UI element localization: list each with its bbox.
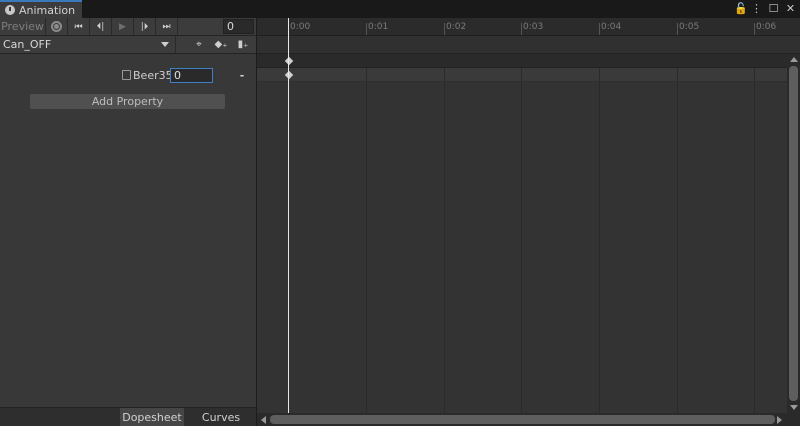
tick-label: 0:05 <box>679 22 700 32</box>
property-track-row[interactable] <box>257 68 787 82</box>
dopesheet-grid[interactable] <box>257 82 787 413</box>
play-icon: ▶ <box>119 21 126 32</box>
grid-line <box>754 68 755 413</box>
horizontal-scrollbar[interactable] <box>257 413 800 426</box>
clip-name: Can_OFF <box>3 38 52 51</box>
last-keyframe-icon: ⏭ <box>162 21 171 32</box>
add-property-button[interactable]: Add Property <box>30 94 225 109</box>
tick-mark <box>521 23 522 35</box>
scroll-right-icon[interactable] <box>777 416 782 424</box>
animation-tab[interactable]: Animation <box>0 0 82 18</box>
window-titlebar: Animation 🔓 ⋮ ☐ ✕ <box>0 0 800 18</box>
grid-line <box>366 68 367 413</box>
property-row[interactable]: Beer35 0 - <box>0 67 256 85</box>
event-lane[interactable] <box>257 36 800 54</box>
scroll-left-icon[interactable] <box>261 416 266 424</box>
play-button[interactable]: ▶ <box>112 18 134 35</box>
grid-line <box>521 68 522 413</box>
tick-label: 0:01 <box>368 22 389 32</box>
gameobject-icon <box>122 70 131 80</box>
playhead[interactable] <box>288 18 289 413</box>
tick-label: 0:00 <box>290 22 311 32</box>
tick-mark <box>444 23 445 35</box>
preview-button[interactable]: Preview <box>0 18 46 35</box>
crosshair-icon: ⌖ <box>196 39 202 50</box>
tick-mark <box>677 23 678 35</box>
clip-dropdown[interactable]: Can_OFF <box>0 36 176 53</box>
tick-mark <box>366 23 367 35</box>
grid-line <box>599 68 600 413</box>
menu-icon[interactable]: ⋮ <box>751 1 762 17</box>
add-keyframe-icon: ◆₊ <box>214 39 228 50</box>
tab-dopesheet[interactable]: Dopesheet <box>120 408 184 426</box>
playback-toolbar: Preview ⏮ ⏴| ▶ |⏵ ⏭ 0 <box>0 18 257 36</box>
vertical-scroll-thumb[interactable] <box>789 66 798 401</box>
view-mode-tabs: Dopesheet Curves <box>0 407 256 426</box>
previous-keyframe-icon: ⏴| <box>96 21 105 32</box>
filter-by-selection-button[interactable]: ⌖ <box>189 36 209 53</box>
vertical-scrollbar[interactable] <box>787 54 800 413</box>
property-value-input[interactable]: 0 <box>170 68 213 83</box>
property-panel: Beer35 0 - Add Property <box>0 54 256 407</box>
first-keyframe-button[interactable]: ⏮ <box>68 18 90 35</box>
maximize-icon[interactable]: ☐ <box>768 1 779 17</box>
first-keyframe-icon: ⏮ <box>74 21 83 32</box>
tab-curves[interactable]: Curves <box>190 408 252 426</box>
window-controls: 🔓 ⋮ ☐ ✕ <box>734 1 796 17</box>
record-icon <box>51 21 62 32</box>
frame-input[interactable]: 0 <box>223 19 254 34</box>
animation-clock-icon <box>5 5 15 15</box>
remove-property-button[interactable]: - <box>237 69 247 82</box>
next-keyframe-icon: |⏵ <box>140 21 149 32</box>
tick-label: 0:02 <box>446 22 467 32</box>
lock-icon[interactable]: 🔓 <box>734 1 748 17</box>
horizontal-scroll-thumb[interactable] <box>270 415 775 424</box>
summary-row[interactable] <box>257 54 800 68</box>
timeline-ruler[interactable]: 0:00 0:01 0:02 0:03 0:04 0:05 0:06 <box>257 18 800 36</box>
clip-row: Can_OFF ⌖ ◆₊ ▮₊ <box>0 36 257 54</box>
tick-mark <box>754 23 755 35</box>
grid-line <box>677 68 678 413</box>
property-label: Beer35 <box>133 69 173 82</box>
previous-keyframe-button[interactable]: ⏴| <box>90 18 112 35</box>
tab-title: Animation <box>19 3 76 17</box>
tick-label: 0:04 <box>601 22 622 32</box>
last-keyframe-button[interactable]: ⏭ <box>156 18 178 35</box>
add-event-icon: ▮₊ <box>237 39 249 50</box>
scroll-down-icon[interactable] <box>790 405 798 410</box>
record-button[interactable] <box>46 18 68 35</box>
grid-line <box>444 68 445 413</box>
tick-label: 0:06 <box>756 22 777 32</box>
tick-mark <box>599 23 600 35</box>
close-icon[interactable]: ✕ <box>785 1 796 17</box>
chevron-down-icon <box>161 42 169 47</box>
next-keyframe-button[interactable]: |⏵ <box>134 18 156 35</box>
tick-label: 0:03 <box>523 22 544 32</box>
add-event-button[interactable]: ▮₊ <box>233 36 253 53</box>
add-keyframe-button[interactable]: ◆₊ <box>211 36 231 53</box>
scroll-up-icon[interactable] <box>790 57 798 62</box>
